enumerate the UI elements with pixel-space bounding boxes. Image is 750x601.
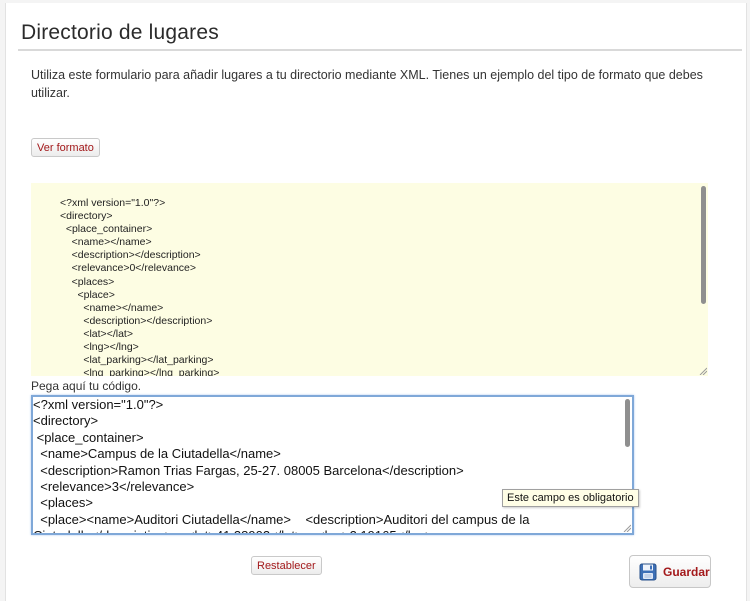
intro-text: Utiliza este formulario para añadir luga… [31, 68, 703, 100]
xml-code-textarea[interactable]: <?xml version="1.0"?> <directory> <place… [31, 395, 634, 535]
title-divider [18, 49, 742, 51]
paste-code-label: Pega aquí tu código. [31, 379, 142, 393]
format-example-box[interactable]: <?xml version="1.0"?> <directory> <place… [31, 183, 708, 376]
save-button-label: Guardar [663, 564, 710, 579]
resize-grip-icon[interactable] [699, 367, 707, 375]
reset-button[interactable]: Restablecer [251, 556, 322, 575]
view-format-button[interactable]: Ver formato [31, 138, 100, 157]
format-example-code: <?xml version="1.0"?> <directory> <place… [60, 197, 220, 376]
required-field-tooltip: Este campo es obligatorio [502, 489, 639, 507]
example-scrollbar[interactable] [701, 186, 706, 304]
xml-code-content[interactable]: <?xml version="1.0"?> <directory> <place… [33, 397, 628, 533]
main-panel: Directorio de lugares Utiliza este formu… [5, 3, 747, 601]
page-title: Directorio de lugares [21, 21, 219, 44]
floppy-disk-icon [639, 563, 657, 580]
resize-grip-icon[interactable] [623, 524, 631, 532]
save-button[interactable]: Guardar [629, 555, 711, 588]
code-scrollbar[interactable] [625, 399, 630, 447]
